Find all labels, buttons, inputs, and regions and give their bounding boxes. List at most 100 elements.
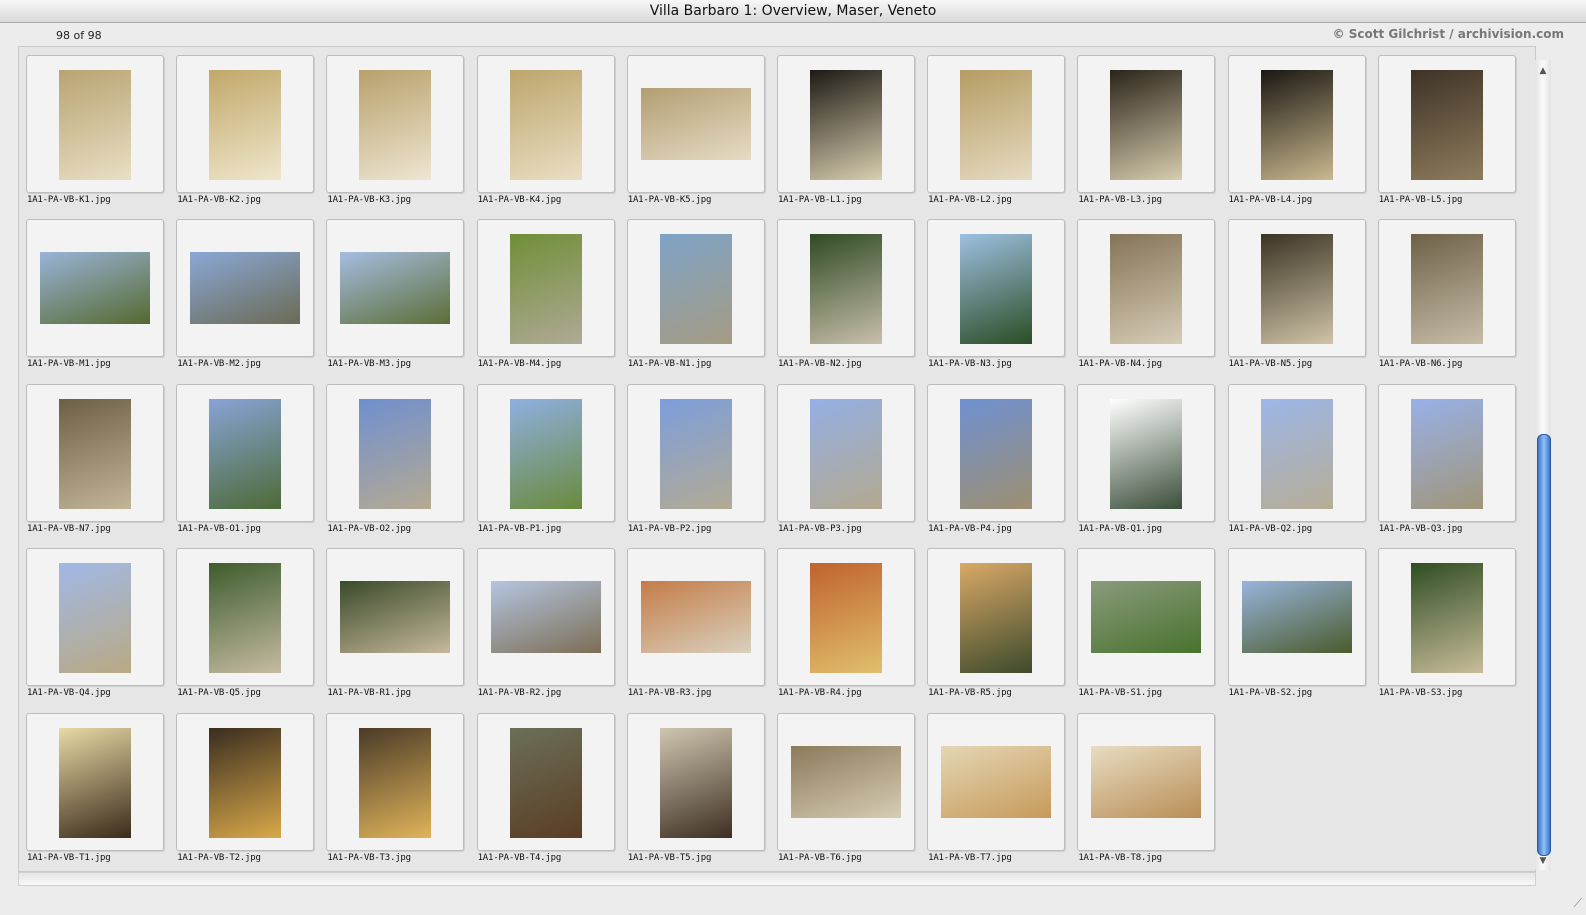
thumbnail-item[interactable]: 1A1-PA-VB-N5.jpg <box>1227 218 1377 382</box>
vertical-scrollbar[interactable]: ▲ ▼ <box>1535 60 1551 870</box>
thumbnail-frame[interactable] <box>26 548 164 687</box>
thumbnail-image[interactable] <box>1410 70 1483 180</box>
thumbnail-image[interactable] <box>1260 398 1333 509</box>
thumbnail-frame[interactable] <box>927 383 1066 522</box>
thumbnail-item[interactable]: 1A1-PA-VB-R4.jpg <box>776 547 926 711</box>
window-title-bar[interactable]: Villa Barbaro 1: Overview, Maser, Veneto <box>0 0 1586 23</box>
thumbnail-frame[interactable] <box>626 712 765 851</box>
thumbnail-frame[interactable] <box>776 712 915 851</box>
thumbnail-image[interactable] <box>340 252 451 325</box>
thumbnail-image[interactable] <box>1410 563 1483 674</box>
thumbnail-item[interactable]: 1A1-PA-VB-R3.jpg <box>626 547 776 711</box>
thumbnail-item[interactable]: 1A1-PA-VB-T3.jpg <box>325 712 475 871</box>
thumbnail-item[interactable]: 1A1-PA-VB-M4.jpg <box>476 218 626 382</box>
thumbnail-frame[interactable] <box>626 55 765 193</box>
thumbnail-frame[interactable] <box>1077 383 1216 522</box>
thumbnail-item[interactable]: 1A1-PA-VB-P4.jpg <box>926 383 1076 547</box>
thumbnail-image[interactable] <box>509 70 582 180</box>
thumbnail-item[interactable]: 1A1-PA-VB-R5.jpg <box>926 547 1076 711</box>
thumbnail-frame[interactable] <box>1377 219 1516 358</box>
thumbnail-frame[interactable] <box>927 712 1066 851</box>
thumbnail-item[interactable]: 1A1-PA-VB-R2.jpg <box>476 547 626 711</box>
thumbnail-frame[interactable] <box>176 383 315 522</box>
thumbnail-image[interactable] <box>209 398 282 509</box>
thumbnail-item[interactable]: 1A1-PA-VB-T1.jpg <box>25 712 175 871</box>
thumbnail-frame[interactable] <box>176 548 315 687</box>
thumbnail-item[interactable]: 1A1-PA-VB-M1.jpg <box>25 218 175 382</box>
thumbnail-image[interactable] <box>359 727 432 838</box>
thumbnail-image[interactable] <box>659 398 732 509</box>
thumbnail-frame[interactable] <box>1377 55 1516 193</box>
thumbnail-image[interactable] <box>1260 70 1333 180</box>
thumbnail-frame[interactable] <box>1227 548 1366 687</box>
thumbnail-frame[interactable] <box>1077 55 1216 193</box>
thumbnail-image[interactable] <box>790 745 901 818</box>
thumbnail-item[interactable]: 1A1-PA-VB-K1.jpg <box>25 54 175 218</box>
thumbnail-item[interactable]: 1A1-PA-VB-O1.jpg <box>175 383 325 547</box>
thumbnail-item[interactable]: 1A1-PA-VB-Q3.jpg <box>1377 383 1527 547</box>
thumbnail-image[interactable] <box>1410 398 1483 509</box>
thumbnail-image[interactable] <box>509 234 582 345</box>
thumbnail-item[interactable]: 1A1-PA-VB-T6.jpg <box>776 712 926 871</box>
thumbnail-item[interactable]: 1A1-PA-VB-T5.jpg <box>626 712 776 871</box>
thumbnail-image[interactable] <box>359 398 432 509</box>
thumbnail-image[interactable] <box>1110 70 1183 180</box>
thumbnail-image[interactable] <box>509 727 582 838</box>
thumbnail-image[interactable] <box>40 252 150 325</box>
thumbnail-image[interactable] <box>59 563 131 674</box>
thumbnail-item[interactable]: 1A1-PA-VB-T7.jpg <box>926 712 1076 871</box>
thumbnail-image[interactable] <box>960 563 1033 674</box>
thumbnail-image[interactable] <box>640 581 751 654</box>
thumbnail-frame[interactable] <box>927 219 1066 358</box>
thumbnail-image[interactable] <box>209 70 282 180</box>
thumbnail-image[interactable] <box>209 727 282 838</box>
thumbnail-image[interactable] <box>490 581 601 654</box>
thumbnail-image[interactable] <box>59 727 131 838</box>
thumbnail-image[interactable] <box>1110 234 1183 345</box>
thumbnail-item[interactable]: 1A1-PA-VB-K2.jpg <box>175 54 325 218</box>
thumbnail-image[interactable] <box>809 563 882 674</box>
scroll-down-arrow-icon[interactable]: ▼ <box>1538 856 1548 866</box>
thumbnail-frame[interactable] <box>176 712 315 851</box>
thumbnail-frame[interactable] <box>1377 383 1516 522</box>
thumbnail-frame[interactable] <box>326 712 465 851</box>
thumbnail-image[interactable] <box>1110 398 1183 509</box>
thumbnail-frame[interactable] <box>26 219 164 358</box>
thumbnail-image[interactable] <box>809 398 882 509</box>
thumbnail-item[interactable]: 1A1-PA-VB-P2.jpg <box>626 383 776 547</box>
thumbnail-frame[interactable] <box>626 219 765 358</box>
scrollbar-thumb[interactable] <box>1537 434 1551 856</box>
thumbnail-frame[interactable] <box>776 219 915 358</box>
thumbnail-item[interactable]: 1A1-PA-VB-L3.jpg <box>1076 54 1226 218</box>
thumbnail-frame[interactable] <box>626 548 765 687</box>
thumbnail-item[interactable]: 1A1-PA-VB-L4.jpg <box>1227 54 1377 218</box>
thumbnail-image[interactable] <box>1241 581 1352 654</box>
thumbnail-image[interactable] <box>1091 581 1202 654</box>
thumbnail-frame[interactable] <box>1227 383 1366 522</box>
thumbnail-item[interactable]: 1A1-PA-VB-N1.jpg <box>626 218 776 382</box>
thumbnail-item[interactable]: 1A1-PA-VB-Q1.jpg <box>1076 383 1226 547</box>
thumbnail-item[interactable]: 1A1-PA-VB-L5.jpg <box>1377 54 1527 218</box>
thumbnail-item[interactable]: 1A1-PA-VB-Q5.jpg <box>175 547 325 711</box>
thumbnail-image[interactable] <box>809 234 882 345</box>
thumbnail-image[interactable] <box>960 70 1033 180</box>
thumbnail-item[interactable]: 1A1-PA-VB-Q4.jpg <box>25 547 175 711</box>
thumbnail-frame[interactable] <box>776 55 915 193</box>
thumbnail-frame[interactable] <box>26 383 164 522</box>
thumbnail-frame[interactable] <box>326 383 465 522</box>
thumbnail-frame[interactable] <box>1077 712 1216 851</box>
thumbnail-item[interactable]: 1A1-PA-VB-T2.jpg <box>175 712 325 871</box>
thumbnail-frame[interactable] <box>1377 548 1516 687</box>
thumbnail-item[interactable]: 1A1-PA-VB-K4.jpg <box>476 54 626 218</box>
thumbnail-frame[interactable] <box>1227 55 1366 193</box>
thumbnail-frame[interactable] <box>927 55 1066 193</box>
thumbnail-item[interactable]: 1A1-PA-VB-S1.jpg <box>1076 547 1226 711</box>
thumbnail-image[interactable] <box>359 70 432 180</box>
thumbnail-item[interactable]: 1A1-PA-VB-M3.jpg <box>325 218 475 382</box>
thumbnail-image[interactable] <box>809 70 882 180</box>
thumbnail-frame[interactable] <box>776 548 915 687</box>
thumbnail-item[interactable]: 1A1-PA-VB-N4.jpg <box>1076 218 1226 382</box>
thumbnail-item[interactable]: 1A1-PA-VB-N3.jpg <box>926 218 1076 382</box>
thumbnail-frame[interactable] <box>326 55 465 193</box>
thumbnail-item[interactable]: 1A1-PA-VB-Q2.jpg <box>1227 383 1377 547</box>
